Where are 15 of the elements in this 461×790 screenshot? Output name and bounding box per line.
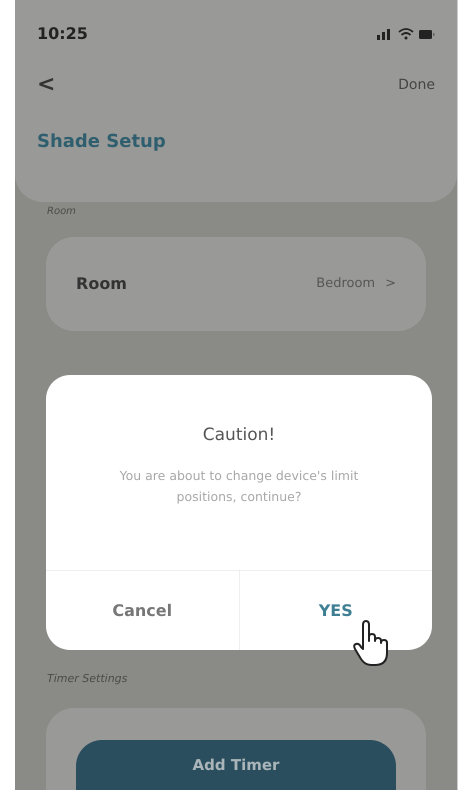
section-label: Room: [47, 205, 77, 220]
dialog-message: You are about to change device's limit positions, continue?: [118, 466, 360, 506]
status-time: 10:25: [37, 23, 88, 45]
chevron: >: [385, 275, 396, 294]
page-title: Shade Setup: [37, 130, 167, 154]
room-row[interactable]: Room Bedroom >: [46, 237, 426, 331]
row-label: Room: [76, 272, 127, 295]
back-button[interactable]: <: [37, 74, 56, 96]
done-button[interactable]: Done: [398, 74, 435, 96]
dialog-title: Caution!: [202, 424, 276, 447]
row-value: Bedroom: [316, 275, 376, 294]
cancel-button[interactable]: Cancel: [46, 571, 238, 650]
status-icons: [377, 27, 435, 41]
section-label: Timer Settings: [47, 671, 128, 688]
add-timer-button[interactable]: Add Timer: [76, 740, 396, 790]
